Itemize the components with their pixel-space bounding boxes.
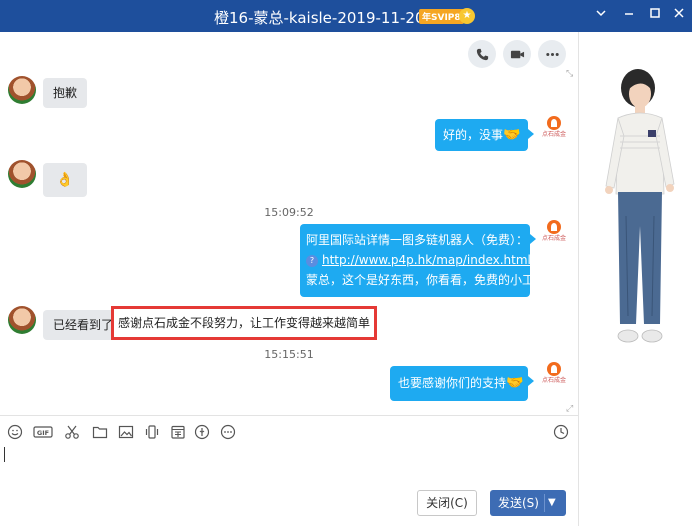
avatar[interactable] [8, 306, 36, 334]
minimize-icon[interactable] [620, 7, 638, 25]
avatar[interactable] [8, 160, 36, 188]
message-link-line: ? http://www.p4p.hk/map/index.html [306, 250, 531, 270]
close-icon[interactable] [670, 7, 688, 25]
message-bubble-right[interactable]: 阿里国际站详情一图多链机器人（免费）： ? http://www.p4p.hk/m… [300, 224, 547, 297]
handshake-emoji: 🤝 [506, 375, 524, 391]
title-bar: 橙16-蒙总-kaisle-2019-11-20 年SVIP8 ★ [0, 0, 692, 32]
emoji-icon[interactable] [7, 424, 23, 440]
send-button-divider [544, 494, 545, 512]
video-call-button[interactable] [503, 40, 531, 68]
more-icon [545, 52, 559, 56]
gif-icon[interactable]: GIF [33, 424, 53, 440]
video-icon [510, 50, 524, 58]
history-clock-icon[interactable] [553, 424, 569, 440]
message-bubble-left[interactable]: 已经看到了 [43, 310, 118, 340]
brand-logo-text: 点石成金 [541, 235, 566, 242]
calendar-icon[interactable] [170, 424, 186, 440]
pane-divider [578, 32, 579, 526]
voice-call-button[interactable] [468, 40, 496, 68]
brand-logo: 点石成金 [540, 220, 568, 250]
send-options-chevron-icon[interactable]: ▼ [548, 490, 556, 516]
folder-icon[interactable] [92, 424, 108, 440]
maximize-icon[interactable] [646, 7, 664, 25]
message-bubble-left[interactable]: 👌 [43, 163, 87, 197]
character-figure [605, 69, 675, 343]
brand-logo-text: 点石成金 [541, 131, 566, 138]
red-packet-icon[interactable] [194, 424, 210, 440]
message-toolbar: GIF [0, 415, 578, 447]
close-button[interactable]: 关闭(C) [417, 490, 477, 516]
avatar[interactable] [8, 76, 36, 104]
phone-icon [476, 48, 488, 60]
send-button[interactable]: 发送(S) ▼ [490, 490, 566, 516]
message-text: 也要感谢你们的支持 [398, 376, 507, 390]
highlighted-message[interactable]: 感谢点石成金不段努力，让工作变得越来越简单 [111, 306, 378, 340]
ok-hand-emoji: 👌 [56, 172, 74, 188]
brand-logo: 点石成金 [540, 362, 568, 392]
chevron-down-icon[interactable] [592, 7, 610, 25]
gif-label: GIF [37, 429, 49, 437]
svip-badge: 年SVIP8 [419, 9, 464, 24]
more-options-button[interactable] [538, 40, 566, 68]
handshake-emoji: 🤝 [503, 127, 521, 143]
timestamp: 15:15:51 [264, 348, 314, 361]
message-bubble-left[interactable]: 抱歉 [43, 78, 88, 108]
message-text: 好的，没事 [443, 128, 504, 142]
window-title: 橙16-蒙总-kaisle-2019-11-20 [214, 9, 425, 27]
send-button-label: 发送(S) [498, 496, 539, 510]
brand-logo: 点石成金 [540, 116, 568, 146]
more-circle-icon[interactable] [220, 424, 236, 440]
brand-logo-text: 点石成金 [541, 377, 566, 384]
message-line: 蒙总，这个是好东西，你看看，免费的小工具 [306, 273, 547, 287]
message-bubble-right[interactable]: 也要感谢你们的支持🤝 [390, 366, 534, 401]
message-line: 阿里国际站详情一图多链机器人（免费）： [306, 233, 529, 247]
image-icon[interactable] [118, 424, 134, 440]
scissors-icon[interactable] [64, 424, 80, 440]
shake-icon[interactable] [144, 424, 160, 440]
crown-icon: ★ [459, 8, 475, 24]
message-link[interactable]: http://www.p4p.hk/map/index.html [322, 253, 531, 267]
collapse-icon[interactable]: ⤡ [566, 69, 573, 79]
message-bubble-right[interactable]: 好的，没事🤝 [435, 119, 534, 151]
expand-icon[interactable]: ⤢ [566, 404, 573, 414]
text-caret [4, 447, 5, 462]
timestamp: 15:09:52 [264, 206, 314, 219]
shield-icon: ? [306, 254, 318, 267]
